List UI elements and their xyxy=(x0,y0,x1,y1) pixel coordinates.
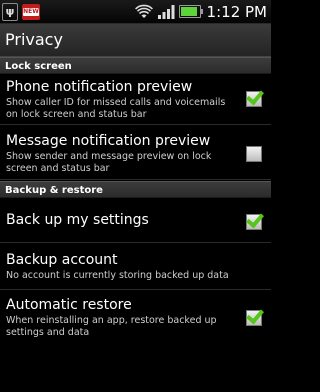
battery-icon xyxy=(178,5,203,18)
setting-back-up-my-settings[interactable]: Back up my settings xyxy=(0,199,271,243)
signal-icon xyxy=(157,4,175,19)
status-bar: ψ NEW 1:12 PM xyxy=(0,0,271,24)
automatic-restore-checkbox[interactable] xyxy=(246,310,262,326)
back-up-my-settings-checkbox[interactable] xyxy=(246,214,262,230)
setting-backup-account[interactable]: Backup account No account is currently s… xyxy=(0,244,271,290)
usb-icon: ψ xyxy=(2,2,18,21)
wifi-icon xyxy=(134,4,153,18)
clock: 1:12 PM xyxy=(206,2,267,21)
section-header-backup-restore: Backup & restore xyxy=(0,181,271,198)
setting-phone-notification-preview[interactable]: Phone notification preview Show caller I… xyxy=(0,75,271,125)
setting-automatic-restore[interactable]: Automatic restore When reinstalling an a… xyxy=(0,291,271,345)
setting-title: Backup account xyxy=(6,252,118,268)
setting-summary: When reinstalling an app, restore backed… xyxy=(6,315,217,338)
page-title: Privacy xyxy=(5,30,63,49)
setting-title: Back up my settings xyxy=(6,212,149,228)
phone-notification-preview-checkbox[interactable] xyxy=(246,91,262,107)
setting-summary: Show sender and message preview on lock … xyxy=(6,151,212,174)
setting-title: Message notification preview xyxy=(6,133,211,149)
title-bar: Privacy xyxy=(0,24,271,57)
section-header-lock-screen: Lock screen xyxy=(0,57,271,74)
setting-title: Automatic restore xyxy=(6,297,132,313)
setting-title: Phone notification preview xyxy=(6,79,193,95)
setting-summary: Show caller ID for missed calls and voic… xyxy=(6,97,226,120)
notification-icon: NEW xyxy=(22,3,40,20)
setting-message-notification-preview[interactable]: Message notification preview Show sender… xyxy=(0,126,271,180)
message-notification-preview-checkbox[interactable] xyxy=(246,146,262,162)
setting-summary: No account is currently storing backed u… xyxy=(6,270,229,281)
